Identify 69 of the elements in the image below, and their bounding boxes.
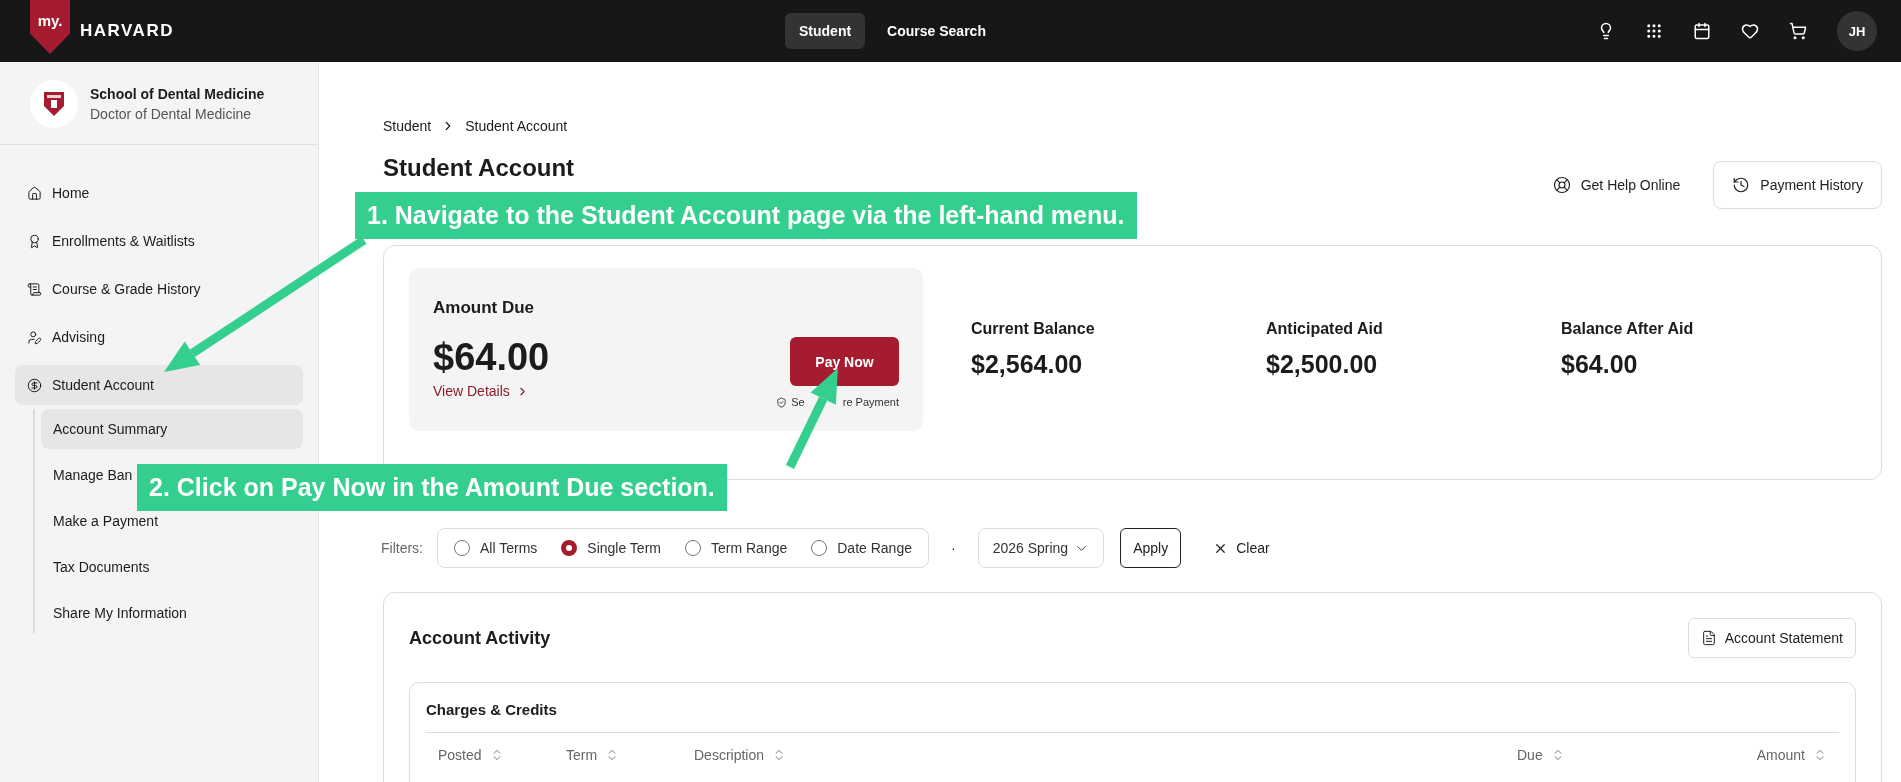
pdf-file-icon	[1700, 630, 1717, 646]
stat-value: $2,564.00	[971, 350, 1084, 379]
logo-name: HARVARD	[80, 21, 174, 41]
charges-title: Charges & Credits	[426, 701, 1839, 733]
calendar-icon[interactable]	[1693, 22, 1711, 40]
lifebuoy-icon	[1552, 176, 1571, 194]
secure-payment-note: re Payment	[842, 396, 899, 408]
instruction-callout: 2. Click on Pay Now in the Amount Due section.	[137, 464, 727, 511]
stat-label: Balance After Aid	[1561, 320, 1695, 338]
stat-label: Anticipated Aid	[1266, 320, 1384, 338]
school-name: School of Dental Medicine	[90, 86, 265, 102]
ribbon-icon	[27, 233, 42, 249]
person-icon	[27, 329, 42, 345]
instruction-callout: 1. Navigate to the Student Account page via the left-hand menu.	[355, 192, 1137, 239]
history-icon	[1732, 176, 1751, 194]
sidebar-item[interactable]: Course & Grade History	[15, 269, 303, 309]
nav-tab[interactable]: Course Search	[873, 13, 1000, 49]
account-statement-button[interactable]: Account Statement	[1687, 618, 1856, 658]
cart-icon[interactable]	[1789, 22, 1807, 40]
payment-history-button[interactable]: Payment History	[1713, 161, 1882, 209]
sidebar-subitem[interactable]: Account Summary	[41, 409, 303, 449]
radio-button[interactable]	[811, 540, 828, 556]
column-header[interactable]: Amount	[1677, 747, 1827, 763]
sidebar-subitem[interactable]: Share My Information	[41, 593, 193, 633]
radio-button[interactable]	[454, 540, 470, 556]
shield-icon	[44, 92, 64, 116]
column-header[interactable]: Term	[566, 747, 694, 763]
amount-due-label: Amount Due	[433, 298, 536, 318]
sidebar-subitem[interactable]: Tax Documents	[41, 547, 156, 587]
sidebar-item[interactable]: Student Account	[15, 365, 303, 405]
sidebar-item[interactable]: Home	[15, 173, 303, 213]
scroll-icon	[27, 281, 42, 297]
column-header[interactable]: Posted	[438, 747, 566, 763]
filters-label: Filters:	[381, 540, 423, 556]
column-header[interactable]: Description	[694, 747, 1517, 763]
sidebar-item[interactable]: Enrollments & Waitlists	[15, 221, 303, 261]
radio-label: Term Range	[711, 540, 788, 556]
radio-label: All Terms	[480, 540, 538, 556]
apps-grid-icon[interactable]	[1645, 22, 1663, 40]
clear-button[interactable]: Clear	[1207, 539, 1276, 557]
column-header[interactable]: Due	[1517, 747, 1677, 763]
separator-dot: ·	[950, 540, 956, 556]
stat-value: $64.00	[1561, 350, 1639, 379]
home-icon	[27, 185, 42, 201]
amount-due-value: $64.00	[433, 336, 550, 379]
section-title: Account Activity	[409, 627, 551, 649]
radio-label: Single Term	[587, 540, 661, 556]
sidebar-item[interactable]: Advising	[15, 317, 303, 357]
user-avatar[interactable]: JH	[1837, 11, 1877, 51]
heart-icon[interactable]	[1741, 22, 1759, 40]
stat-value: $2,500.00	[1266, 350, 1379, 379]
sidebar-subitem[interactable]: Manage Ban	[41, 455, 139, 495]
pay-now-button[interactable]: Pay Now	[790, 337, 899, 386]
breadcrumb-item[interactable]: Student	[383, 118, 432, 134]
nav-tab[interactable]: Student	[785, 13, 866, 49]
shield-check-icon	[776, 396, 788, 408]
dollar-icon	[27, 377, 42, 393]
radio-button[interactable]	[685, 540, 701, 556]
program-name: Doctor of Dental Medicine	[90, 106, 253, 122]
stat-label: Current Balance	[971, 320, 1096, 338]
breadcrumb-item[interactable]: Student Account	[465, 118, 568, 134]
apply-button[interactable]: Apply	[1120, 528, 1182, 568]
view-details-link[interactable]: View Details	[433, 383, 550, 399]
page-title: Student Account	[383, 154, 575, 182]
radio-button[interactable]	[561, 540, 578, 556]
term-dropdown[interactable]: 2026 Spring	[977, 528, 1105, 568]
secure-payment-note: Se	[791, 396, 805, 408]
logo-badge[interactable]: my.	[30, 0, 70, 54]
radio-label: Date Range	[837, 540, 912, 556]
